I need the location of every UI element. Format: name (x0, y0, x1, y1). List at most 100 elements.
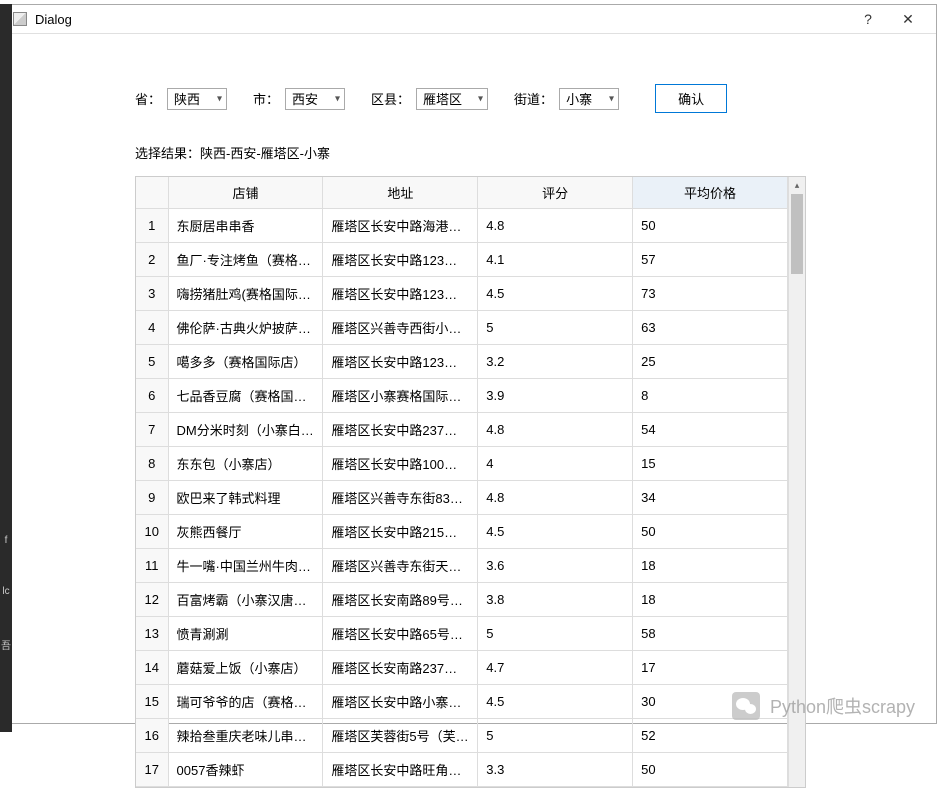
cell-price[interactable]: 52 (633, 719, 788, 753)
table-row[interactable]: 14蘑菇爱上饭（小寨店）雁塔区长安南路237号路...4.717 (136, 651, 788, 685)
cell-price[interactable]: 25 (633, 345, 788, 379)
district-combo[interactable]: 雁塔区 ▾ (416, 88, 488, 110)
cell-addr[interactable]: 雁塔区兴善寺西街小寨... (323, 311, 478, 345)
table-row[interactable]: 7DM分米时刻（小寨白金...雁塔区长安中路237号二...4.854 (136, 413, 788, 447)
cell-addr[interactable]: 雁塔区长安中路海港城... (323, 209, 478, 243)
cell-addr[interactable]: 雁塔区长安中路小寨赛... (323, 685, 478, 719)
cell-price[interactable]: 54 (633, 413, 788, 447)
confirm-button[interactable]: 确认 (655, 84, 727, 113)
cell-shop[interactable]: DM分米时刻（小寨白金... (168, 413, 323, 447)
cell-addr[interactable]: 雁塔区长安中路旺角广... (323, 753, 478, 787)
cell-addr[interactable]: 雁塔区兴善寺东街83号... (323, 481, 478, 515)
table-row[interactable]: 8东东包（小寨店）雁塔区长安中路100号文...415 (136, 447, 788, 481)
street-combo[interactable]: 小寨 ▾ (559, 88, 619, 110)
cell-shop[interactable]: 蘑菇爱上饭（小寨店） (168, 651, 323, 685)
cell-rating[interactable]: 5 (478, 311, 633, 345)
cell-shop[interactable]: 牛一嘴·中国兰州牛肉拉... (168, 549, 323, 583)
cell-shop[interactable]: 嗨捞猪肚鸡(赛格国际店) (168, 277, 323, 311)
cell-price[interactable]: 34 (633, 481, 788, 515)
cell-price[interactable]: 73 (633, 277, 788, 311)
table-row[interactable]: 2鱼厂·专注烤鱼（赛格国...雁塔区长安中路123号赛...4.157 (136, 243, 788, 277)
cell-addr[interactable]: 雁塔区芙蓉街5号（芙蓉... (323, 719, 478, 753)
cell-price[interactable]: 57 (633, 243, 788, 277)
cell-price[interactable]: 63 (633, 311, 788, 345)
col-rating-header[interactable]: 评分 (478, 177, 633, 209)
cell-rating[interactable]: 4.1 (478, 243, 633, 277)
table-row[interactable]: 1东厨居串串香雁塔区长安中路海港城...4.850 (136, 209, 788, 243)
help-button[interactable]: ? (848, 5, 888, 33)
cell-rating[interactable]: 4.7 (478, 651, 633, 685)
cell-rating[interactable]: 5 (478, 719, 633, 753)
cell-shop[interactable]: 欧巴来了韩式料理 (168, 481, 323, 515)
table-row[interactable]: 16辣拾叁重庆老味儿串串香...雁塔区芙蓉街5号（芙蓉...552 (136, 719, 788, 753)
scroll-thumb[interactable] (791, 194, 803, 274)
cell-addr[interactable]: 雁塔区长安南路89号汉... (323, 583, 478, 617)
cell-rating[interactable]: 3.3 (478, 753, 633, 787)
cell-shop[interactable]: 瑞可爷爷的店（赛格店） (168, 685, 323, 719)
table-row[interactable]: 13愤青涮涮雁塔区长安中路65号金...558 (136, 617, 788, 651)
cell-addr[interactable]: 雁塔区长安中路237号二... (323, 413, 478, 447)
table-row[interactable]: 5噶多多（赛格国际店）雁塔区长安中路123号赛...3.225 (136, 345, 788, 379)
cell-addr[interactable]: 雁塔区长安中路123号赛... (323, 345, 478, 379)
table-row[interactable]: 170057香辣虾雁塔区长安中路旺角广...3.350 (136, 753, 788, 787)
cell-shop[interactable]: 东厨居串串香 (168, 209, 323, 243)
cell-shop[interactable]: 灰熊西餐厅 (168, 515, 323, 549)
cell-price[interactable]: 58 (633, 617, 788, 651)
city-combo[interactable]: 西安 ▾ (285, 88, 345, 110)
cell-shop[interactable]: 佛伦萨·古典火炉披萨（... (168, 311, 323, 345)
col-price-header[interactable]: 平均价格 (633, 177, 788, 209)
table-row[interactable]: 4佛伦萨·古典火炉披萨（...雁塔区兴善寺西街小寨...563 (136, 311, 788, 345)
cell-addr[interactable]: 雁塔区长安南路237号路... (323, 651, 478, 685)
cell-rating[interactable]: 4.8 (478, 481, 633, 515)
cell-rating[interactable]: 4.5 (478, 277, 633, 311)
table-row[interactable]: 6七品香豆腐（赛格国际...雁塔区小寨赛格国际购...3.98 (136, 379, 788, 413)
cell-shop[interactable]: 辣拾叁重庆老味儿串串香... (168, 719, 323, 753)
cell-rating[interactable]: 4 (478, 447, 633, 481)
cell-shop[interactable]: 鱼厂·专注烤鱼（赛格国... (168, 243, 323, 277)
cell-price[interactable]: 50 (633, 753, 788, 787)
cell-shop[interactable]: 百富烤霸（小寨汉唐店） (168, 583, 323, 617)
cell-price[interactable]: 30 (633, 685, 788, 719)
cell-price[interactable]: 8 (633, 379, 788, 413)
cell-rating[interactable]: 4.5 (478, 515, 633, 549)
cell-addr[interactable]: 雁塔区兴善寺东街天佑... (323, 549, 478, 583)
cell-shop[interactable]: 七品香豆腐（赛格国际... (168, 379, 323, 413)
table-row[interactable]: 11牛一嘴·中国兰州牛肉拉...雁塔区兴善寺东街天佑...3.618 (136, 549, 788, 583)
cell-price[interactable]: 18 (633, 549, 788, 583)
cell-shop[interactable]: 噶多多（赛格国际店） (168, 345, 323, 379)
col-addr-header[interactable]: 地址 (323, 177, 478, 209)
cell-shop[interactable]: 0057香辣虾 (168, 753, 323, 787)
table-row[interactable]: 15瑞可爷爷的店（赛格店）雁塔区长安中路小寨赛...4.530 (136, 685, 788, 719)
cell-addr[interactable]: 雁塔区长安中路100号文... (323, 447, 478, 481)
cell-rating[interactable]: 3.9 (478, 379, 633, 413)
cell-addr[interactable]: 雁塔区长安中路215号西... (323, 515, 478, 549)
row-number-header[interactable] (136, 177, 168, 209)
cell-price[interactable]: 50 (633, 515, 788, 549)
scroll-up-arrow[interactable]: ▴ (789, 177, 805, 194)
cell-shop[interactable]: 愤青涮涮 (168, 617, 323, 651)
cell-rating[interactable]: 3.6 (478, 549, 633, 583)
table-row[interactable]: 9欧巴来了韩式料理雁塔区兴善寺东街83号...4.834 (136, 481, 788, 515)
cell-addr[interactable]: 雁塔区长安中路123号赛... (323, 277, 478, 311)
cell-price[interactable]: 17 (633, 651, 788, 685)
cell-rating[interactable]: 5 (478, 617, 633, 651)
table-row[interactable]: 12百富烤霸（小寨汉唐店）雁塔区长安南路89号汉...3.818 (136, 583, 788, 617)
cell-rating[interactable]: 4.8 (478, 413, 633, 447)
cell-addr[interactable]: 雁塔区小寨赛格国际购... (323, 379, 478, 413)
vertical-scrollbar[interactable]: ▴ (788, 177, 805, 787)
cell-addr[interactable]: 雁塔区长安中路123号赛... (323, 243, 478, 277)
cell-rating[interactable]: 3.8 (478, 583, 633, 617)
cell-rating[interactable]: 4.8 (478, 209, 633, 243)
table-row[interactable]: 3嗨捞猪肚鸡(赛格国际店)雁塔区长安中路123号赛...4.573 (136, 277, 788, 311)
cell-price[interactable]: 15 (633, 447, 788, 481)
col-shop-header[interactable]: 店铺 (168, 177, 323, 209)
province-combo[interactable]: 陕西 ▾ (167, 88, 227, 110)
cell-addr[interactable]: 雁塔区长安中路65号金... (323, 617, 478, 651)
table-row[interactable]: 10灰熊西餐厅雁塔区长安中路215号西...4.550 (136, 515, 788, 549)
cell-price[interactable]: 50 (633, 209, 788, 243)
close-button[interactable]: ✕ (888, 5, 928, 33)
cell-rating[interactable]: 4.5 (478, 685, 633, 719)
cell-rating[interactable]: 3.2 (478, 345, 633, 379)
cell-price[interactable]: 18 (633, 583, 788, 617)
cell-shop[interactable]: 东东包（小寨店） (168, 447, 323, 481)
